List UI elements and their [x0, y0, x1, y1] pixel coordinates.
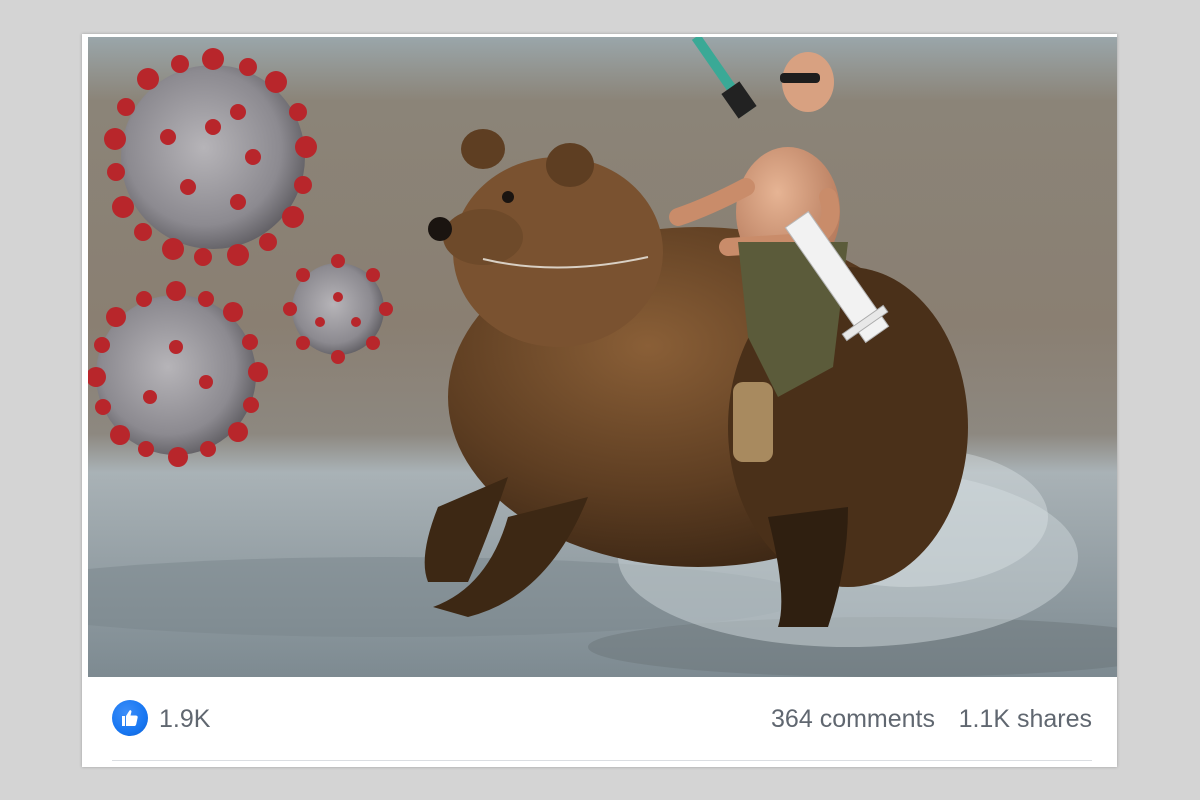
- virus-illustration-2: [283, 254, 393, 364]
- thumbs-up-glyph: [122, 710, 138, 726]
- post-image[interactable]: [88, 37, 1117, 677]
- post-photo: [88, 37, 1117, 677]
- post-card: 1.9K 364 comments 1.1K shares: [82, 34, 1117, 767]
- virus-illustration-3: [88, 281, 268, 467]
- divider: [112, 760, 1092, 761]
- reaction-count[interactable]: 1.9K: [159, 704, 210, 734]
- comments-count-link[interactable]: 364 comments: [771, 704, 935, 734]
- like-thumbs-up-icon[interactable]: [112, 700, 148, 736]
- engagement-bar: 1.9K 364 comments 1.1K shares: [82, 677, 1117, 763]
- shares-count-link[interactable]: 1.1K shares: [959, 704, 1092, 734]
